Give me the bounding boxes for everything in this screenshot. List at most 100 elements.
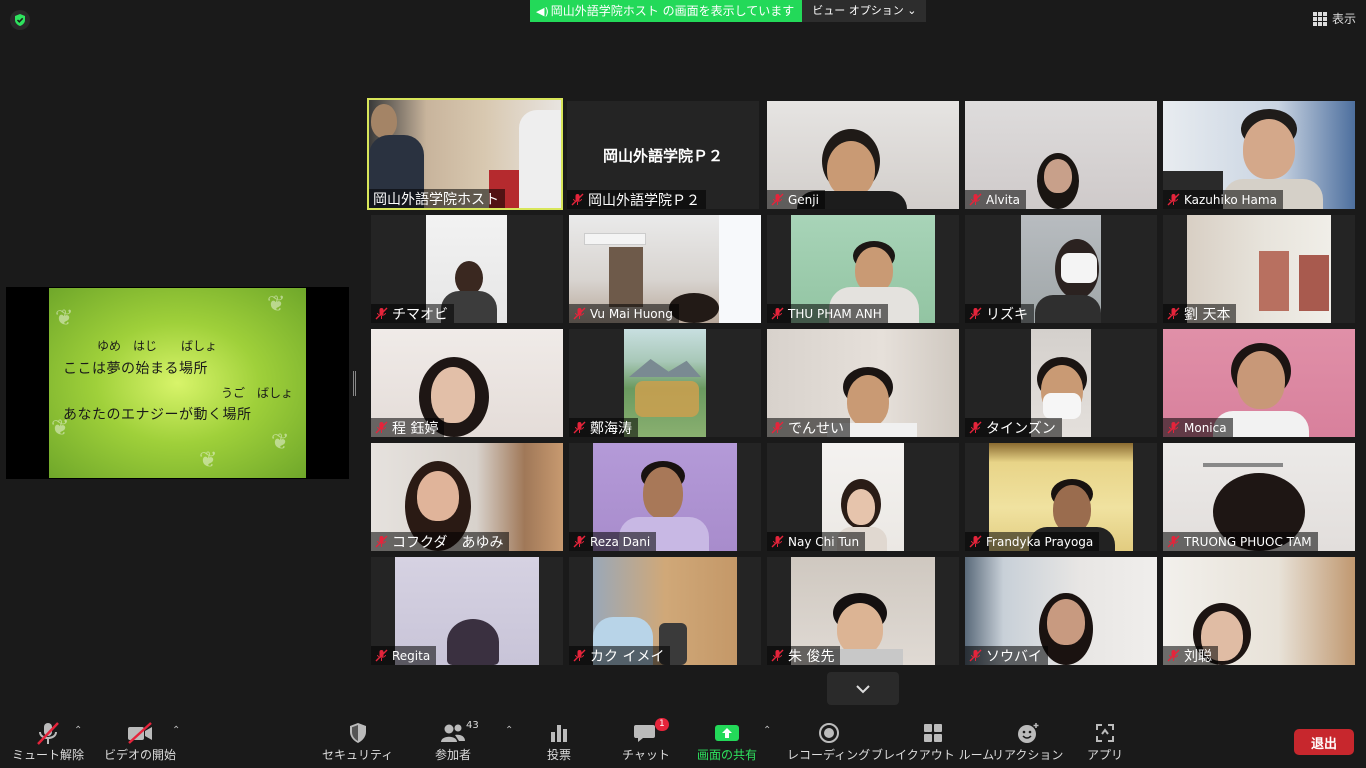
breakout-rooms-label: ブレイクアウト ルーム: [871, 748, 995, 762]
participant-name: THU PHAM ANH: [767, 304, 888, 323]
resize-handle[interactable]: [353, 371, 356, 396]
butterfly-icon: ❦: [199, 448, 218, 473]
chat-button[interactable]: 1 チャット: [622, 718, 670, 763]
video-tile[interactable]: Monica: [1163, 329, 1355, 437]
shield-icon[interactable]: [10, 10, 30, 30]
mic-muted-icon: [969, 649, 982, 662]
mic-muted-icon: [1167, 649, 1180, 662]
video-tile[interactable]: コフクダ あゆみ: [371, 443, 563, 551]
mic-muted-icon: [375, 649, 388, 662]
video-tile[interactable]: Frandyka Prayoga: [965, 443, 1157, 551]
audio-options-caret[interactable]: ⌃: [74, 725, 82, 736]
security-label: セキュリティ: [322, 748, 394, 762]
apps-button[interactable]: アプリ: [1087, 720, 1123, 763]
video-tile[interactable]: TRUONG PHUOC TAM: [1163, 443, 1355, 551]
participants-icon: [441, 724, 465, 742]
video-tile[interactable]: 刘聪: [1163, 557, 1355, 665]
share-banner: ◀) 岡山外語学院ホスト の画面を表示しています ビュー オプション ⌄: [530, 0, 927, 22]
video-tile[interactable]: 劉 天本: [1163, 215, 1355, 323]
mic-muted-icon: [771, 649, 784, 662]
shared-screen[interactable]: ❦ ❦ ❦ ❦ ❦ ゆめ はじ ばしょ ここは夢の始まる場所 うご ばしょ あな…: [6, 287, 349, 479]
participant-name: Regita: [371, 646, 437, 665]
participant-name: 岡山外語学院Ｐ２: [567, 190, 706, 209]
video-tile[interactable]: 程 鈺婷: [371, 329, 563, 437]
video-tile[interactable]: リズキ: [965, 215, 1157, 323]
record-button[interactable]: レコーディング: [787, 720, 870, 763]
participants-button[interactable]: 43 参加者: [435, 720, 479, 763]
butterfly-icon: ❦: [267, 292, 286, 317]
shield-icon: [349, 723, 366, 743]
unmute-label: ミュート解除: [12, 748, 85, 762]
mic-muted-icon: [969, 307, 982, 320]
share-screen-button[interactable]: 画面の共有: [697, 720, 757, 763]
video-tile[interactable]: Reza Dani: [569, 443, 761, 551]
slide-line-1: ここは夢の始まる場所: [63, 361, 208, 377]
security-button[interactable]: セキュリティ: [322, 720, 393, 763]
participant-count: 43: [466, 720, 479, 731]
video-tile[interactable]: Kazuhiko Hama: [1163, 101, 1355, 209]
mic-muted-icon: [969, 535, 982, 548]
chevron-down-icon: ⌄: [907, 4, 917, 17]
video-tile[interactable]: THU PHAM ANH: [767, 215, 959, 323]
mic-muted-icon: [375, 535, 388, 548]
video-tile[interactable]: カク イメイ: [569, 557, 761, 665]
video-tile[interactable]: Genji: [767, 101, 959, 209]
mic-muted-icon: [573, 649, 586, 662]
participant-name: 刘聪: [1163, 646, 1218, 665]
mic-muted-icon: [771, 421, 784, 434]
participant-name: Kazuhiko Hama: [1163, 190, 1283, 209]
start-video-button[interactable]: ビデオの開始: [104, 720, 176, 763]
participant-name: Frandyka Prayoga: [965, 532, 1100, 551]
participant-name: Alvita: [965, 190, 1027, 209]
mic-muted-icon: [573, 307, 586, 320]
mic-muted-icon: [375, 421, 388, 434]
display-label: 表示: [1331, 12, 1356, 26]
mic-muted-icon: [969, 193, 982, 206]
share-screen-icon: [715, 725, 739, 741]
video-tile[interactable]: Alvita: [965, 101, 1157, 209]
record-label: レコーディング: [787, 748, 871, 762]
apps-label: アプリ: [1087, 748, 1124, 762]
breakout-rooms-button[interactable]: ブレイクアウト ルーム: [871, 720, 994, 763]
participant-title: 岡山外語学院Ｐ２: [602, 147, 723, 165]
butterfly-icon: ❦: [55, 306, 74, 331]
leave-button[interactable]: 退出: [1294, 729, 1354, 755]
video-tile[interactable]: ソウバイ: [965, 557, 1157, 665]
participant-name: 程 鈺婷: [371, 418, 445, 437]
participant-name: チマオビ: [371, 304, 454, 323]
participants-label: 参加者: [435, 748, 472, 762]
participants-options-caret[interactable]: ⌃: [505, 725, 513, 736]
mic-muted-icon: [1167, 535, 1180, 548]
video-options-caret[interactable]: ⌃: [172, 725, 180, 736]
mic-muted-icon: [1167, 421, 1180, 434]
display-button[interactable]: 表示: [1312, 10, 1356, 27]
video-tile[interactable]: タインズン: [965, 329, 1157, 437]
video-off-icon: [128, 722, 152, 744]
view-options-button[interactable]: ビュー オプション ⌄: [802, 0, 927, 22]
video-tile[interactable]: Regita: [371, 557, 563, 665]
mic-muted-icon: [969, 421, 982, 434]
video-tile[interactable]: 岡山外語学院ホスト: [367, 98, 563, 210]
mic-muted-icon: [1167, 193, 1180, 206]
video-tile[interactable]: チマオビ: [371, 215, 563, 323]
participant-name: 鄭海涛: [569, 418, 638, 437]
reactions-button[interactable]: リアクション: [992, 720, 1063, 763]
participant-name: Monica: [1163, 418, 1233, 437]
butterfly-icon: ❦: [271, 430, 290, 455]
show-more-button[interactable]: [827, 672, 899, 705]
video-tile[interactable]: Vu Mai Huong: [569, 215, 761, 323]
share-screen-label: 画面の共有: [697, 748, 758, 762]
video-tile[interactable]: 鄭海涛: [569, 329, 761, 437]
polls-button[interactable]: 投票: [547, 720, 571, 763]
video-tile[interactable]: でんせい: [767, 329, 959, 437]
mic-muted-icon: [771, 307, 784, 320]
polls-label: 投票: [547, 748, 572, 762]
video-tile[interactable]: Nay Chi Tun: [767, 443, 959, 551]
share-options-caret[interactable]: ⌃: [763, 725, 771, 736]
video-tile[interactable]: 岡山外語学院Ｐ２ 岡山外語学院Ｐ２: [567, 101, 759, 209]
video-tile[interactable]: 朱 俊先: [767, 557, 959, 665]
slide-ruby-2: うご ばしょ: [221, 386, 294, 400]
smiley-icon: [1017, 723, 1039, 743]
participant-name: 岡山外語学院ホスト: [369, 189, 505, 208]
mic-muted-icon: [771, 535, 784, 548]
